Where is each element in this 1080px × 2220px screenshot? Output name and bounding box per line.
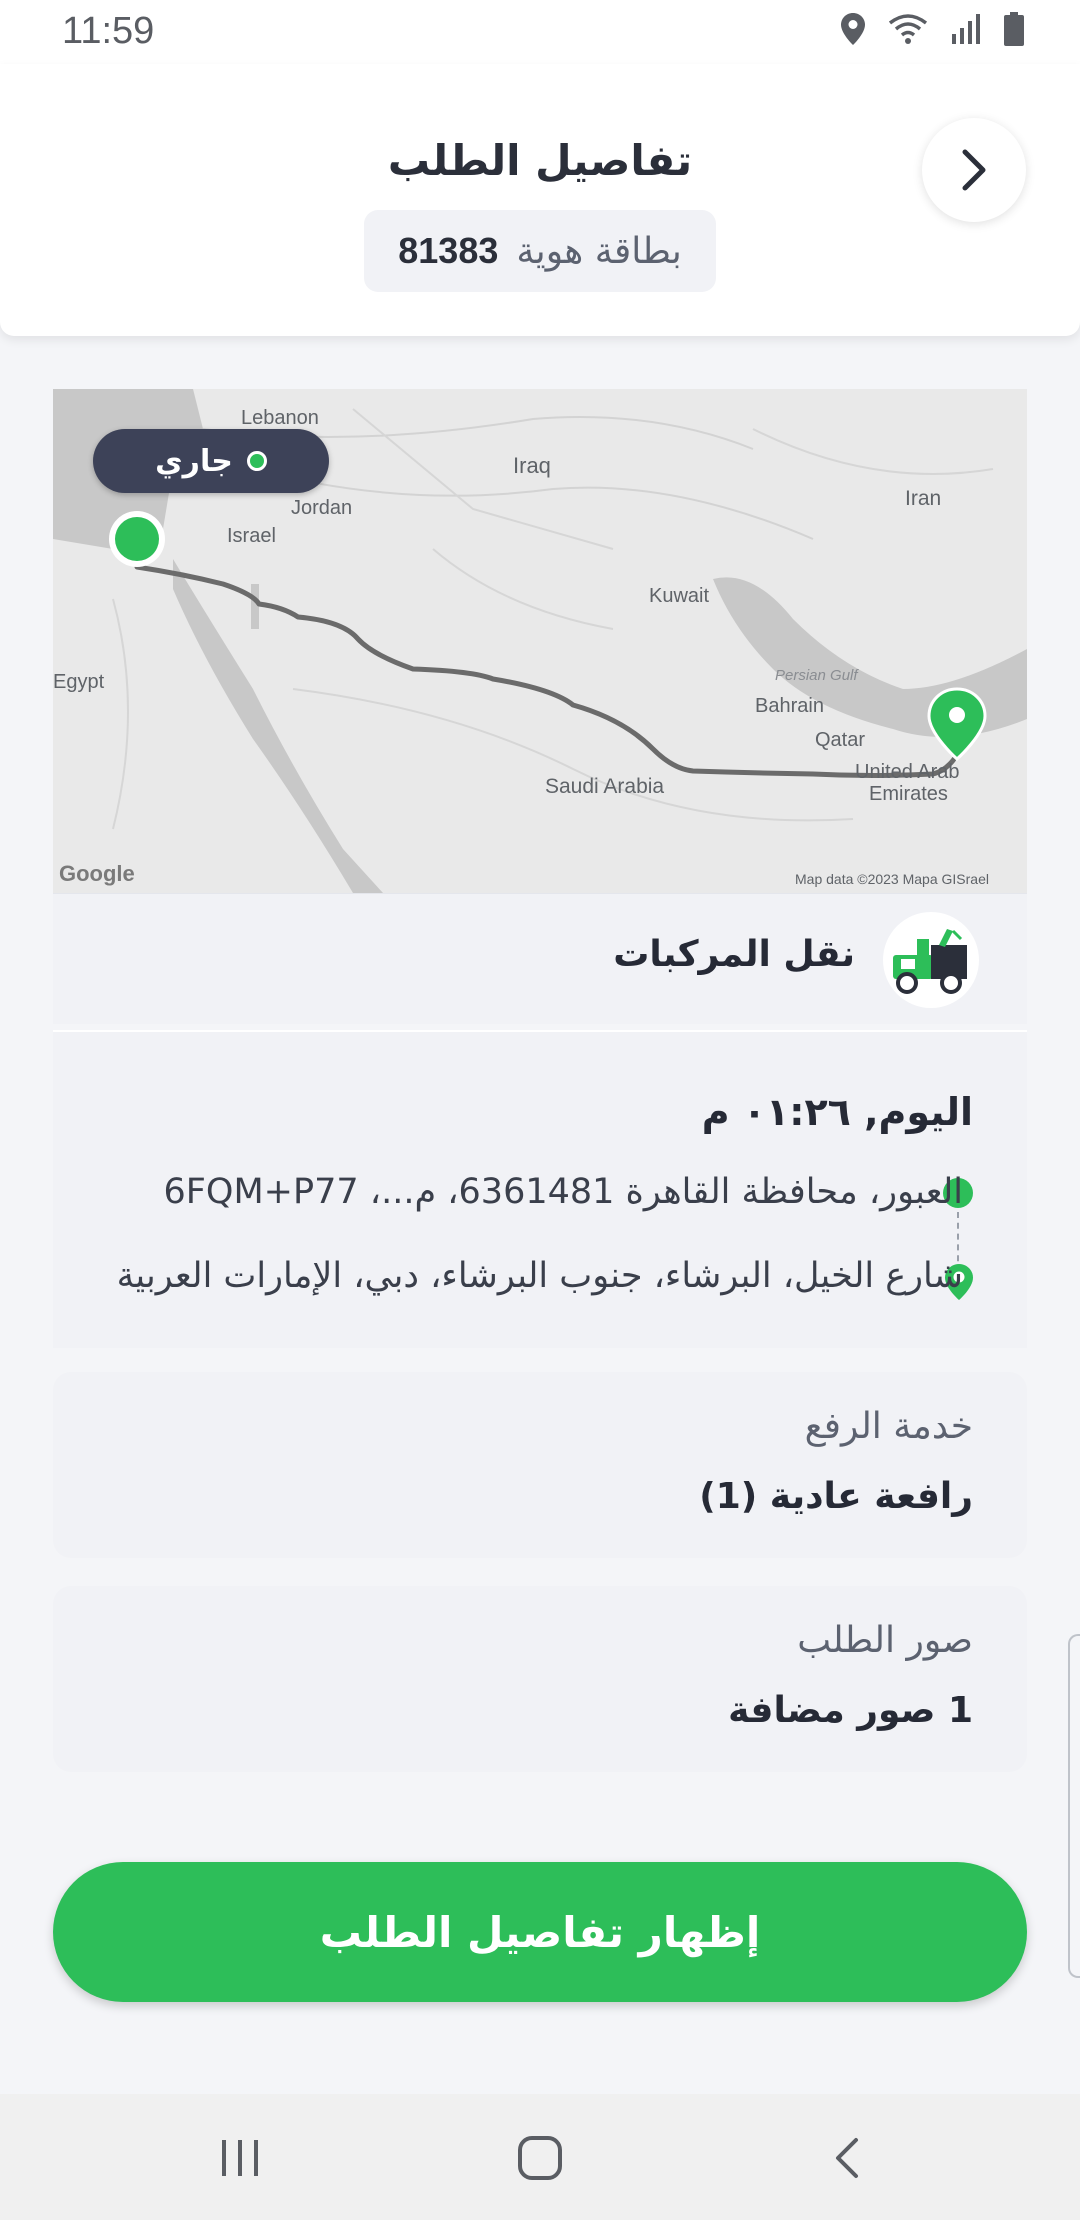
- pickup-address: العبور، محافظة القاهرة 6361481، م...، 6F…: [163, 1172, 963, 1212]
- chevron-left-icon: [836, 2138, 858, 2178]
- service-row: نقل المركبات: [53, 893, 1027, 1024]
- route-map[interactable]: Lebanon Iraq Jordan Israel Iran Kuwait E…: [53, 389, 1027, 893]
- map-label-uae-line2: Emirates: [869, 783, 948, 805]
- map-label-iran: Iran: [905, 487, 942, 510]
- map-label-kuwait: Kuwait: [649, 585, 710, 607]
- id-label: بطاقة هوية: [516, 230, 682, 272]
- signal-icon: [952, 14, 980, 44]
- nav-back-button[interactable]: [816, 2128, 876, 2188]
- status-bar: 11:59: [0, 0, 1080, 64]
- map-label-bahrain: Bahrain: [755, 695, 824, 717]
- battery-icon: [1004, 12, 1024, 46]
- chevron-right-icon: [962, 149, 986, 191]
- show-order-details-button[interactable]: إظهار تفاصيل الطلب: [53, 1862, 1027, 2002]
- map-attribution: Map data ©2023 Mapa GISrael: [795, 871, 989, 887]
- page-title: تفاصيل الطلب: [387, 136, 693, 185]
- system-nav-bar: [0, 2094, 1080, 2220]
- id-number: 81383: [398, 230, 499, 271]
- service-name: نقل المركبات: [613, 934, 855, 975]
- route-card: اليوم, ٠١:٢٦ م العبور، محافظة القاهرة 63…: [53, 1030, 1027, 1348]
- order-photos-card[interactable]: صور الطلب 1 صور مضافة: [53, 1586, 1027, 1772]
- recent-apps-button[interactable]: [210, 2128, 270, 2188]
- scrollbar[interactable]: [1068, 1634, 1080, 1978]
- show-order-details-label: إظهار تفاصيل الطلب: [319, 1907, 761, 1957]
- dropoff-address: شارع الخيل، البرشاء، جنوب البرشاء، دبي، …: [103, 1256, 963, 1296]
- status-icons: [840, 12, 1024, 46]
- map-label-israel: Israel: [227, 525, 276, 547]
- header: تفاصيل الطلب بطاقة هوية 81383: [0, 64, 1080, 336]
- status-dot-icon: [246, 451, 267, 471]
- status-time: 11:59: [62, 10, 155, 52]
- order-photos-value: 1 صور مضافة: [728, 1690, 973, 1731]
- back-button[interactable]: [922, 118, 1026, 222]
- order-id-badge: بطاقة هوية 81383: [364, 210, 716, 292]
- home-icon: [518, 2136, 562, 2180]
- map-label-qatar: Qatar: [815, 729, 866, 751]
- status-badge: جاري: [93, 429, 329, 493]
- order-date: اليوم, ٠١:٢٦ م: [701, 1090, 973, 1134]
- lift-service-card: خدمة الرفع رافعة عادية (1): [53, 1372, 1027, 1558]
- map-label-uae-line1: United Arab: [855, 761, 960, 783]
- lift-service-label: خدمة الرفع: [804, 1406, 973, 1447]
- lift-service-value: رافعة عادية (1): [699, 1476, 973, 1517]
- map-label-saudi-arabia: Saudi Arabia: [545, 775, 665, 798]
- order-photos-label: صور الطلب: [797, 1620, 973, 1661]
- wifi-icon: [888, 14, 928, 44]
- map-label-lebanon: Lebanon: [241, 407, 319, 429]
- home-button[interactable]: [510, 2128, 570, 2188]
- map-label-jordan: Jordan: [291, 497, 353, 519]
- location-icon: [841, 13, 865, 45]
- map-label-persian-gulf: Persian Gulf: [775, 667, 858, 684]
- map-label-iraq: Iraq: [513, 453, 551, 478]
- status-text: جاري: [155, 443, 233, 479]
- recent-apps-icon: [222, 2140, 258, 2176]
- google-logo: Google: [59, 861, 135, 886]
- tow-truck-icon: [883, 912, 979, 1008]
- map-label-egypt: Egypt: [53, 671, 105, 693]
